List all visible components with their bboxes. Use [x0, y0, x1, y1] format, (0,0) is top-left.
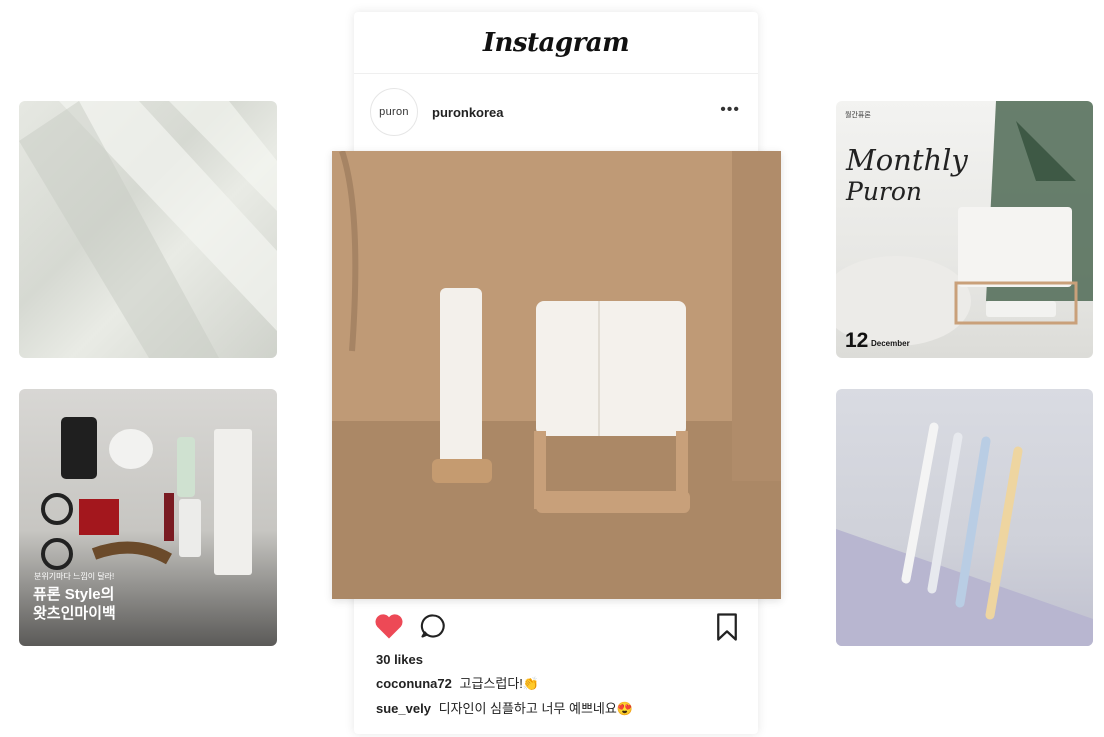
- instagram-logo: Instagram: [482, 27, 630, 58]
- post-username[interactable]: puronkorea: [432, 105, 504, 120]
- caption-area: 30 likes coconuna72 고급스럽다!👏 sue_vely 디자인…: [376, 652, 746, 723]
- post-actions: [374, 612, 740, 646]
- comment-username[interactable]: coconuna72: [376, 676, 452, 691]
- shadow-photo: [19, 101, 277, 358]
- comment-1: coconuna72 고급스럽다!👏: [376, 673, 746, 692]
- post-header: puron puronkorea •••: [354, 88, 758, 136]
- flatlay-title-line2: 왓츠인마이백: [33, 605, 116, 622]
- photo-tile-monthly[interactable]: 월간퓨론 Monthly Puron 12 December: [836, 101, 1093, 358]
- monthly-month: December: [871, 339, 910, 348]
- product-photo: [332, 151, 781, 599]
- flatlay-title-line1: 퓨론 Style의: [33, 586, 115, 603]
- likes-count[interactable]: 30 likes: [376, 652, 746, 667]
- comment-icon[interactable]: [418, 612, 448, 645]
- heart-icon[interactable]: [374, 612, 404, 645]
- monthly-title-line2: Puron: [846, 177, 923, 206]
- monthly-day: 12: [845, 329, 869, 352]
- monthly-tag: 월간퓨론: [845, 112, 871, 119]
- comment-text: 고급스럽다!👏: [459, 676, 540, 691]
- photo-tile-flatlay[interactable]: 분위기마다 느낌이 달라! 퓨론 Style의 왓츠인마이백: [19, 389, 277, 646]
- more-options-icon[interactable]: •••: [720, 102, 740, 118]
- post-image[interactable]: [332, 151, 781, 599]
- app-header: Instagram: [354, 12, 758, 74]
- monthly-photo: [836, 101, 1093, 346]
- bookmark-icon[interactable]: [714, 612, 740, 647]
- comment-username[interactable]: sue_vely: [376, 701, 431, 716]
- comment-text: 디자인이 심플하고 너무 예쁘네요😍: [438, 701, 634, 716]
- flatlay-subtitle: 분위기마다 느낌이 달라!: [34, 572, 115, 581]
- comment-2: sue_vely 디자인이 심플하고 너무 예쁘네요😍: [376, 698, 746, 717]
- avatar[interactable]: puron: [370, 88, 418, 136]
- toothbrush-photo: [836, 422, 1093, 646]
- photo-tile-shadow[interactable]: [19, 101, 277, 358]
- photo-tile-toothbrushes[interactable]: [836, 389, 1093, 646]
- monthly-title-line1: Monthly: [846, 143, 968, 177]
